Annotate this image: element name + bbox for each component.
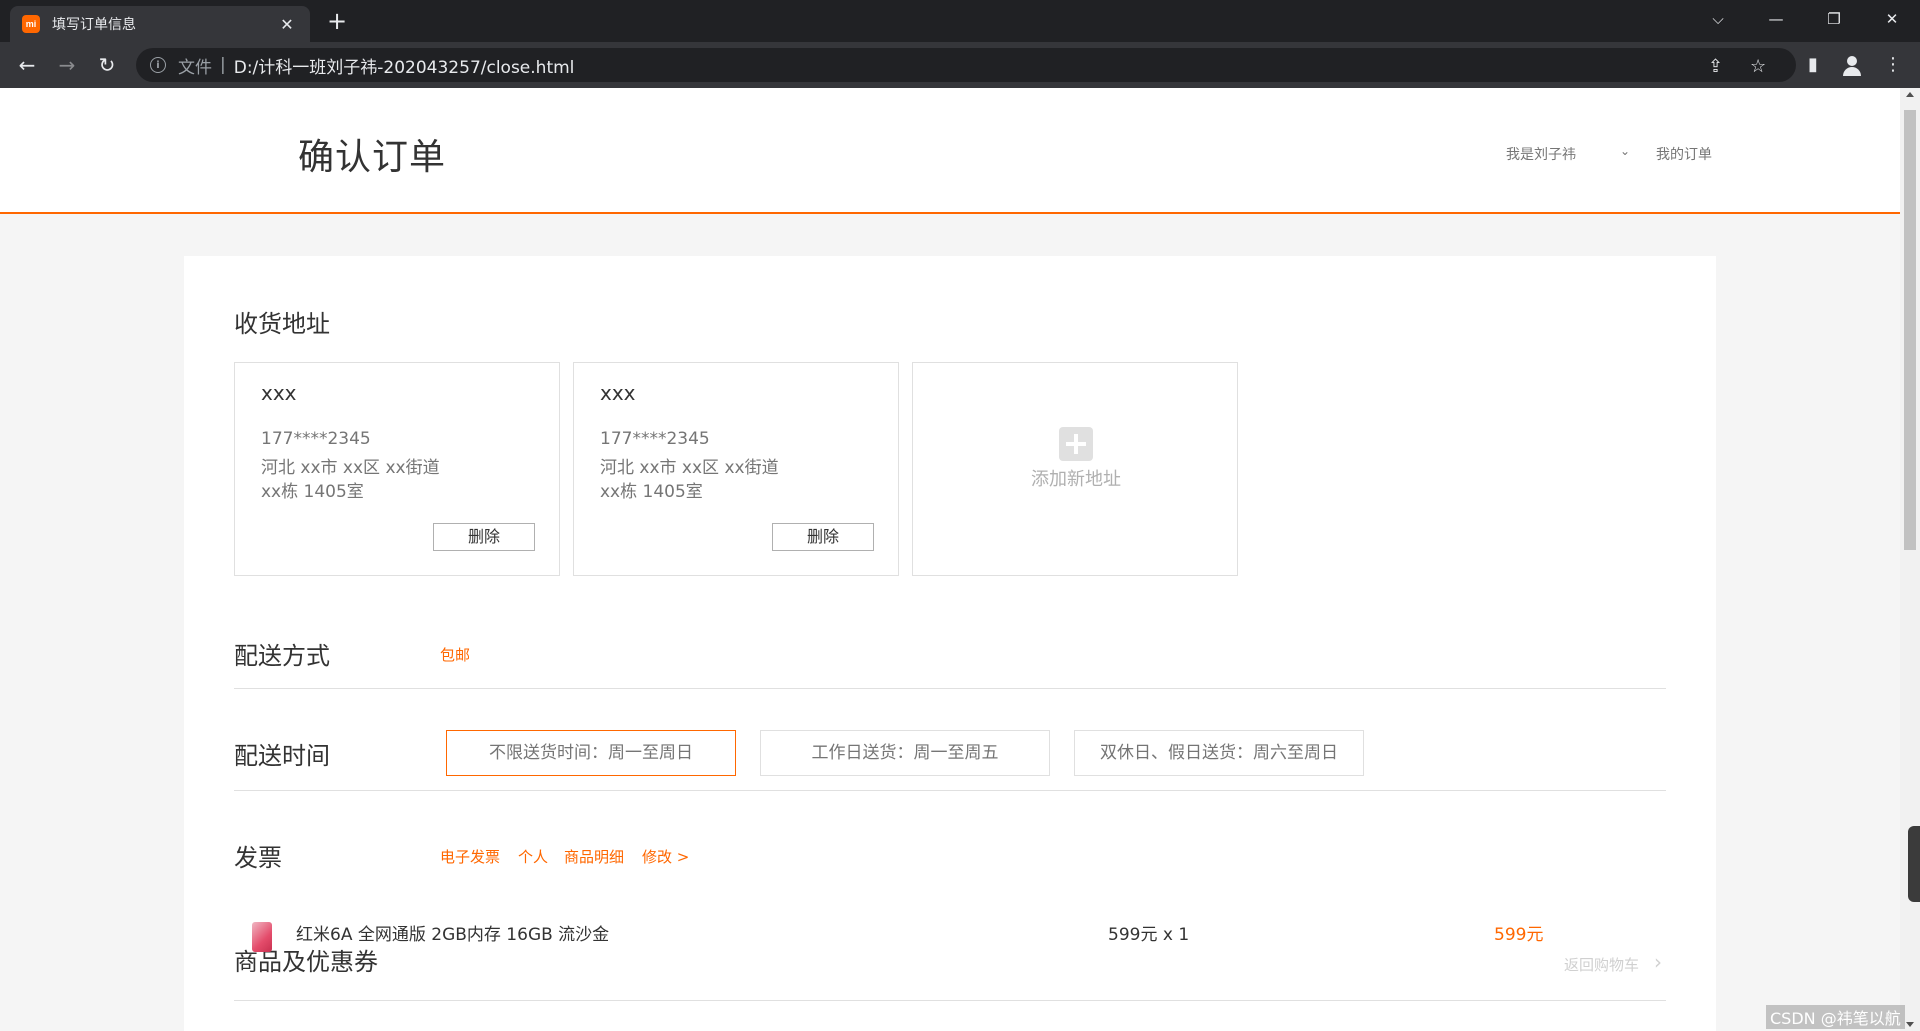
scheme-label: 文件 [178,57,212,78]
tab-search-icon[interactable]: ⌵ [1690,0,1746,38]
separator: | [220,55,226,75]
share-icon[interactable]: ⇪ [1708,56,1723,77]
delivery-option-any[interactable]: 不限送货时间：周一至周日 [446,730,736,776]
back-to-cart-link[interactable]: 返回购物车 [1564,954,1639,975]
invoice-section-title: 发票 [234,844,282,872]
invoice-title: 个人 [518,848,549,866]
delete-address-button[interactable]: 删除 [772,523,874,551]
minimize-icon[interactable]: — [1748,0,1804,38]
browser-toolbar: ← → ↻ i 文件 | D:/计科一班刘子祎-202043257/close.… [0,42,1920,88]
address-card[interactable]: xxx 177****2345 河北 xx市 xx区 xx街道 xx栋 1405… [234,362,560,576]
new-tab-icon[interactable]: + [322,6,352,36]
delivery-time-section-title: 配送时间 [234,742,330,770]
shipping-section-title: 配送方式 [234,642,330,670]
tab-title: 填写订单信息 [52,17,136,33]
side-widget[interactable] [1908,826,1920,902]
address-line: 河北 xx市 xx区 xx街道 [261,458,440,478]
delivery-option-weekend[interactable]: 双休日、假日送货：周六至周日 [1074,730,1364,776]
scroll-down-icon[interactable] [1906,1022,1914,1027]
product-total: 599元 [1494,925,1544,945]
address-section-title: 收货地址 [234,310,330,338]
shipping-value: 包邮 [440,646,471,664]
my-orders-link[interactable]: 我的订单 [1656,144,1712,164]
divider [234,790,1666,791]
address-card[interactable]: xxx 177****2345 河北 xx市 xx区 xx街道 xx栋 1405… [573,362,899,576]
browser-tab-bar: mi 填写订单信息 ✕ + ⌵ — ❐ ✕ [0,0,1920,42]
mi-favicon-icon: mi [22,15,40,33]
address-bar[interactable]: i 文件 | D:/计科一班刘子祎-202043257/close.html ⇪… [136,48,1796,82]
divider [234,1000,1666,1001]
checkout-card: 收货地址 xxx 177****2345 河北 xx市 xx区 xx街道 xx栋… [184,256,1716,1031]
url-text[interactable]: D:/计科一班刘子祎-202043257/close.html [234,53,575,78]
plus-icon [1059,427,1093,461]
add-address-label: 添加新地址 [1031,469,1121,490]
page-title: 确认订单 [298,137,447,178]
product-price-qty: 599元 x 1 [1108,925,1190,945]
chevron-right-icon[interactable]: › [1654,950,1662,974]
add-address-button[interactable]: 添加新地址 [912,362,1238,576]
watermark: CSDN @祎笔以航 [1766,1005,1905,1029]
invoice-type: 电子发票 [440,848,501,866]
window-close-icon[interactable]: ✕ [1864,0,1920,38]
address-name: xxx [261,381,297,405]
address-line: xx栋 1405室 [261,482,364,502]
user-menu[interactable]: 我是刘子祎 [1506,144,1576,164]
divider [234,688,1666,689]
browser-tab[interactable]: mi 填写订单信息 ✕ [10,6,310,42]
info-icon[interactable]: i [150,57,166,73]
restore-icon[interactable]: ❐ [1806,0,1862,38]
scroll-thumb[interactable] [1904,110,1916,550]
address-line: 河北 xx市 xx区 xx街道 [600,458,779,478]
bookmark-star-icon[interactable]: ☆ [1750,56,1766,77]
page: 确认订单 我是刘子祎 ⌄ 我的订单 收货地址 xxx 177****2345 河… [0,88,1900,1031]
page-header: 确认订单 我是刘子祎 ⌄ 我的订单 [0,88,1900,214]
tab-close-icon[interactable]: ✕ [276,15,298,34]
address-phone: 177****2345 [261,429,371,449]
profile-icon[interactable] [1840,54,1864,78]
chevron-down-icon[interactable]: ⌄ [1620,144,1630,158]
back-icon[interactable]: ← [12,50,42,80]
delivery-option-weekday[interactable]: 工作日送货：周一至周五 [760,730,1050,776]
product-thumbnail [252,922,272,952]
menu-icon[interactable]: ⋮ [1878,50,1908,80]
invoice-edit-link[interactable]: 修改 > [642,846,689,867]
address-name: xxx [600,381,636,405]
delete-address-button[interactable]: 删除 [433,523,535,551]
side-panel-icon[interactable]: ▮ [1798,50,1828,80]
address-line: xx栋 1405室 [600,482,703,502]
forward-icon[interactable]: → [52,50,82,80]
address-phone: 177****2345 [600,429,710,449]
invoice-content: 商品明细 [564,848,625,866]
product-name[interactable]: 红米6A 全网通版 2GB内存 16GB 流沙金 [296,920,609,945]
reload-icon[interactable]: ↻ [92,50,122,80]
scroll-up-icon[interactable] [1906,92,1914,97]
